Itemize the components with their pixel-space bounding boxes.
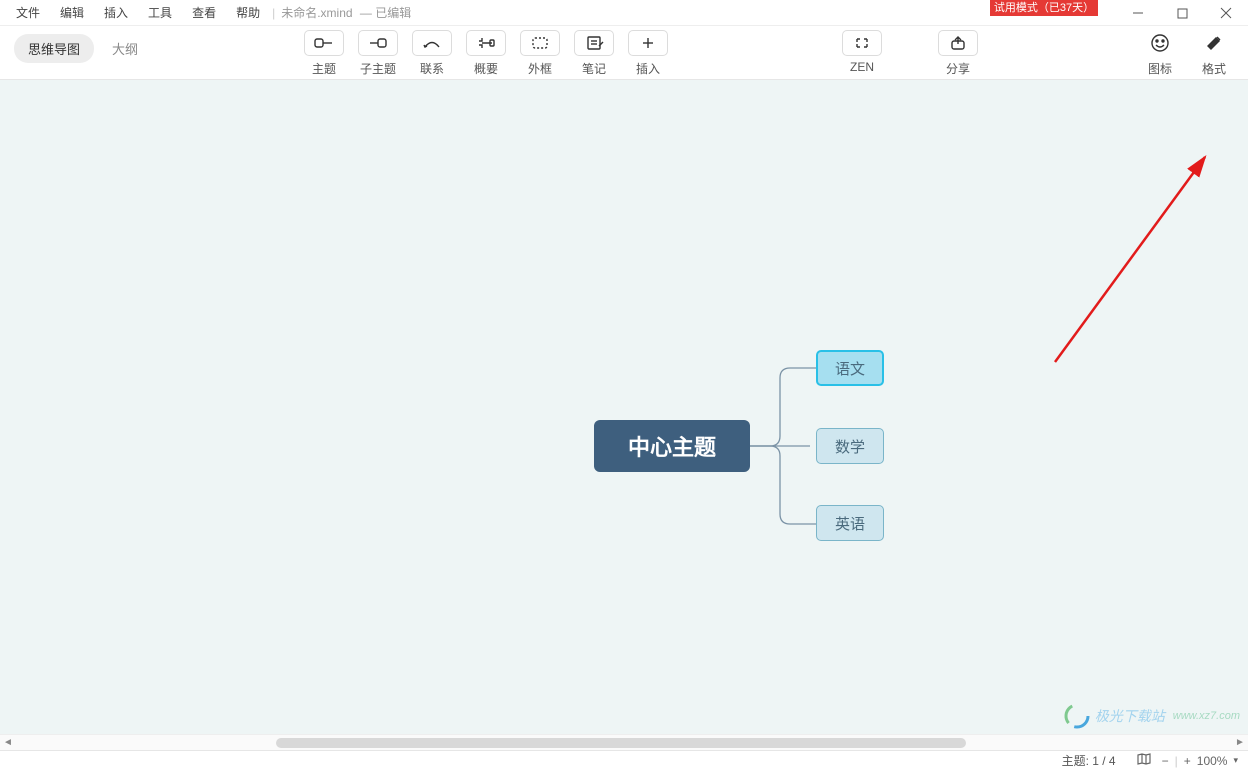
view-mindmap-tab[interactable]: 思维导图 — [14, 34, 94, 63]
window-minimize-button[interactable] — [1116, 0, 1160, 26]
view-switch: 思维导图 大纲 — [0, 26, 144, 63]
connector-lines — [750, 350, 820, 550]
menu-separator: | — [272, 6, 275, 20]
paint-icon — [1203, 32, 1225, 54]
menu-insert[interactable]: 插入 — [94, 0, 138, 25]
boundary-button[interactable]: 外框 — [516, 30, 564, 77]
child-topic-node[interactable]: 英语 — [816, 505, 884, 541]
summary-button[interactable]: 概要 — [462, 30, 510, 77]
summary-icon — [476, 36, 496, 50]
window-controls — [1116, 0, 1248, 26]
toolbar: 思维导图 大纲 主题 子主题 联系 概要 外框 笔记 插入 — [0, 26, 1248, 80]
zoom-divider: | — [1175, 754, 1178, 768]
insert-button[interactable]: 插入 — [624, 30, 672, 77]
menu-bar: 文件 编辑 插入 工具 查看 帮助 | 未命名.xmind — 已编辑 试用模式… — [0, 0, 1248, 26]
summary-label: 概要 — [474, 60, 498, 77]
menu-file[interactable]: 文件 — [6, 0, 50, 25]
notes-icon — [584, 36, 604, 50]
notes-button[interactable]: 笔记 — [570, 30, 618, 77]
zoom-out-button[interactable]: − — [1162, 754, 1169, 768]
topic-label: 主题 — [312, 60, 336, 77]
iconset-label: 图标 — [1148, 60, 1172, 77]
format-button[interactable]: 格式 — [1190, 30, 1238, 77]
smiley-icon — [1149, 32, 1171, 54]
subtopic-label: 子主题 — [360, 60, 396, 77]
child-topic-node[interactable]: 数学 — [816, 428, 884, 464]
file-edit-status: — 已编辑 — [357, 4, 412, 21]
maximize-icon — [1177, 8, 1188, 19]
menu-view[interactable]: 查看 — [182, 0, 226, 25]
format-label: 格式 — [1202, 60, 1226, 77]
minimize-icon — [1132, 7, 1144, 19]
map-icon — [1136, 752, 1152, 766]
menu-edit[interactable]: 编辑 — [50, 0, 94, 25]
trial-mode-badge[interactable]: 试用模式（已37天） — [990, 0, 1098, 16]
notes-label: 笔记 — [582, 60, 606, 77]
insert-label: 插入 — [636, 60, 660, 77]
relationship-button[interactable]: 联系 — [408, 30, 456, 77]
boundary-icon — [530, 36, 550, 50]
topic-icon — [314, 36, 334, 50]
zoom-level[interactable]: 100% — [1197, 754, 1228, 768]
iconset-button[interactable]: 图标 — [1136, 30, 1184, 77]
relationship-icon — [422, 36, 442, 50]
subtopic-button[interactable]: 子主题 — [354, 30, 402, 77]
topic-button[interactable]: 主题 — [300, 30, 348, 77]
central-topic-node[interactable]: 中心主题 — [594, 420, 750, 472]
zen-icon — [852, 36, 872, 50]
boundary-label: 外框 — [528, 60, 552, 77]
share-icon — [948, 35, 968, 51]
zen-label: ZEN — [850, 60, 874, 74]
map-overview-button[interactable] — [1136, 752, 1152, 769]
zoom-in-button[interactable]: + — [1184, 754, 1191, 768]
plus-icon — [638, 36, 658, 50]
zoom-dropdown-icon[interactable]: ▾ — [1233, 755, 1238, 766]
child-topic-node[interactable]: 语文 — [816, 350, 884, 386]
status-bar: 主题: 1 / 4 − | + 100% ▾ — [0, 750, 1248, 770]
file-name: 未命名.xmind — [281, 4, 352, 21]
zen-button[interactable]: ZEN — [838, 30, 886, 74]
menu-help[interactable]: 帮助 — [226, 0, 270, 25]
view-outline-tab[interactable]: 大纲 — [106, 34, 144, 63]
share-button[interactable]: 分享 — [934, 30, 982, 77]
window-close-button[interactable] — [1204, 0, 1248, 26]
window-maximize-button[interactable] — [1160, 0, 1204, 26]
canvas-area[interactable]: 中心主题 语文 数学 英语 ◄ ► 极光下载站 www.xz7.com — [0, 80, 1248, 750]
share-label: 分享 — [946, 60, 970, 77]
close-icon — [1220, 7, 1232, 19]
menu-tools[interactable]: 工具 — [138, 0, 182, 25]
topic-count: 主题: 1 / 4 — [1062, 752, 1116, 769]
subtopic-icon — [368, 36, 388, 50]
scrollbar-thumb[interactable] — [276, 738, 966, 748]
relationship-label: 联系 — [420, 60, 444, 77]
scroll-right-icon[interactable]: ► — [1232, 735, 1248, 750]
scroll-left-icon[interactable]: ◄ — [0, 735, 16, 750]
horizontal-scrollbar[interactable]: ◄ ► — [0, 734, 1248, 750]
